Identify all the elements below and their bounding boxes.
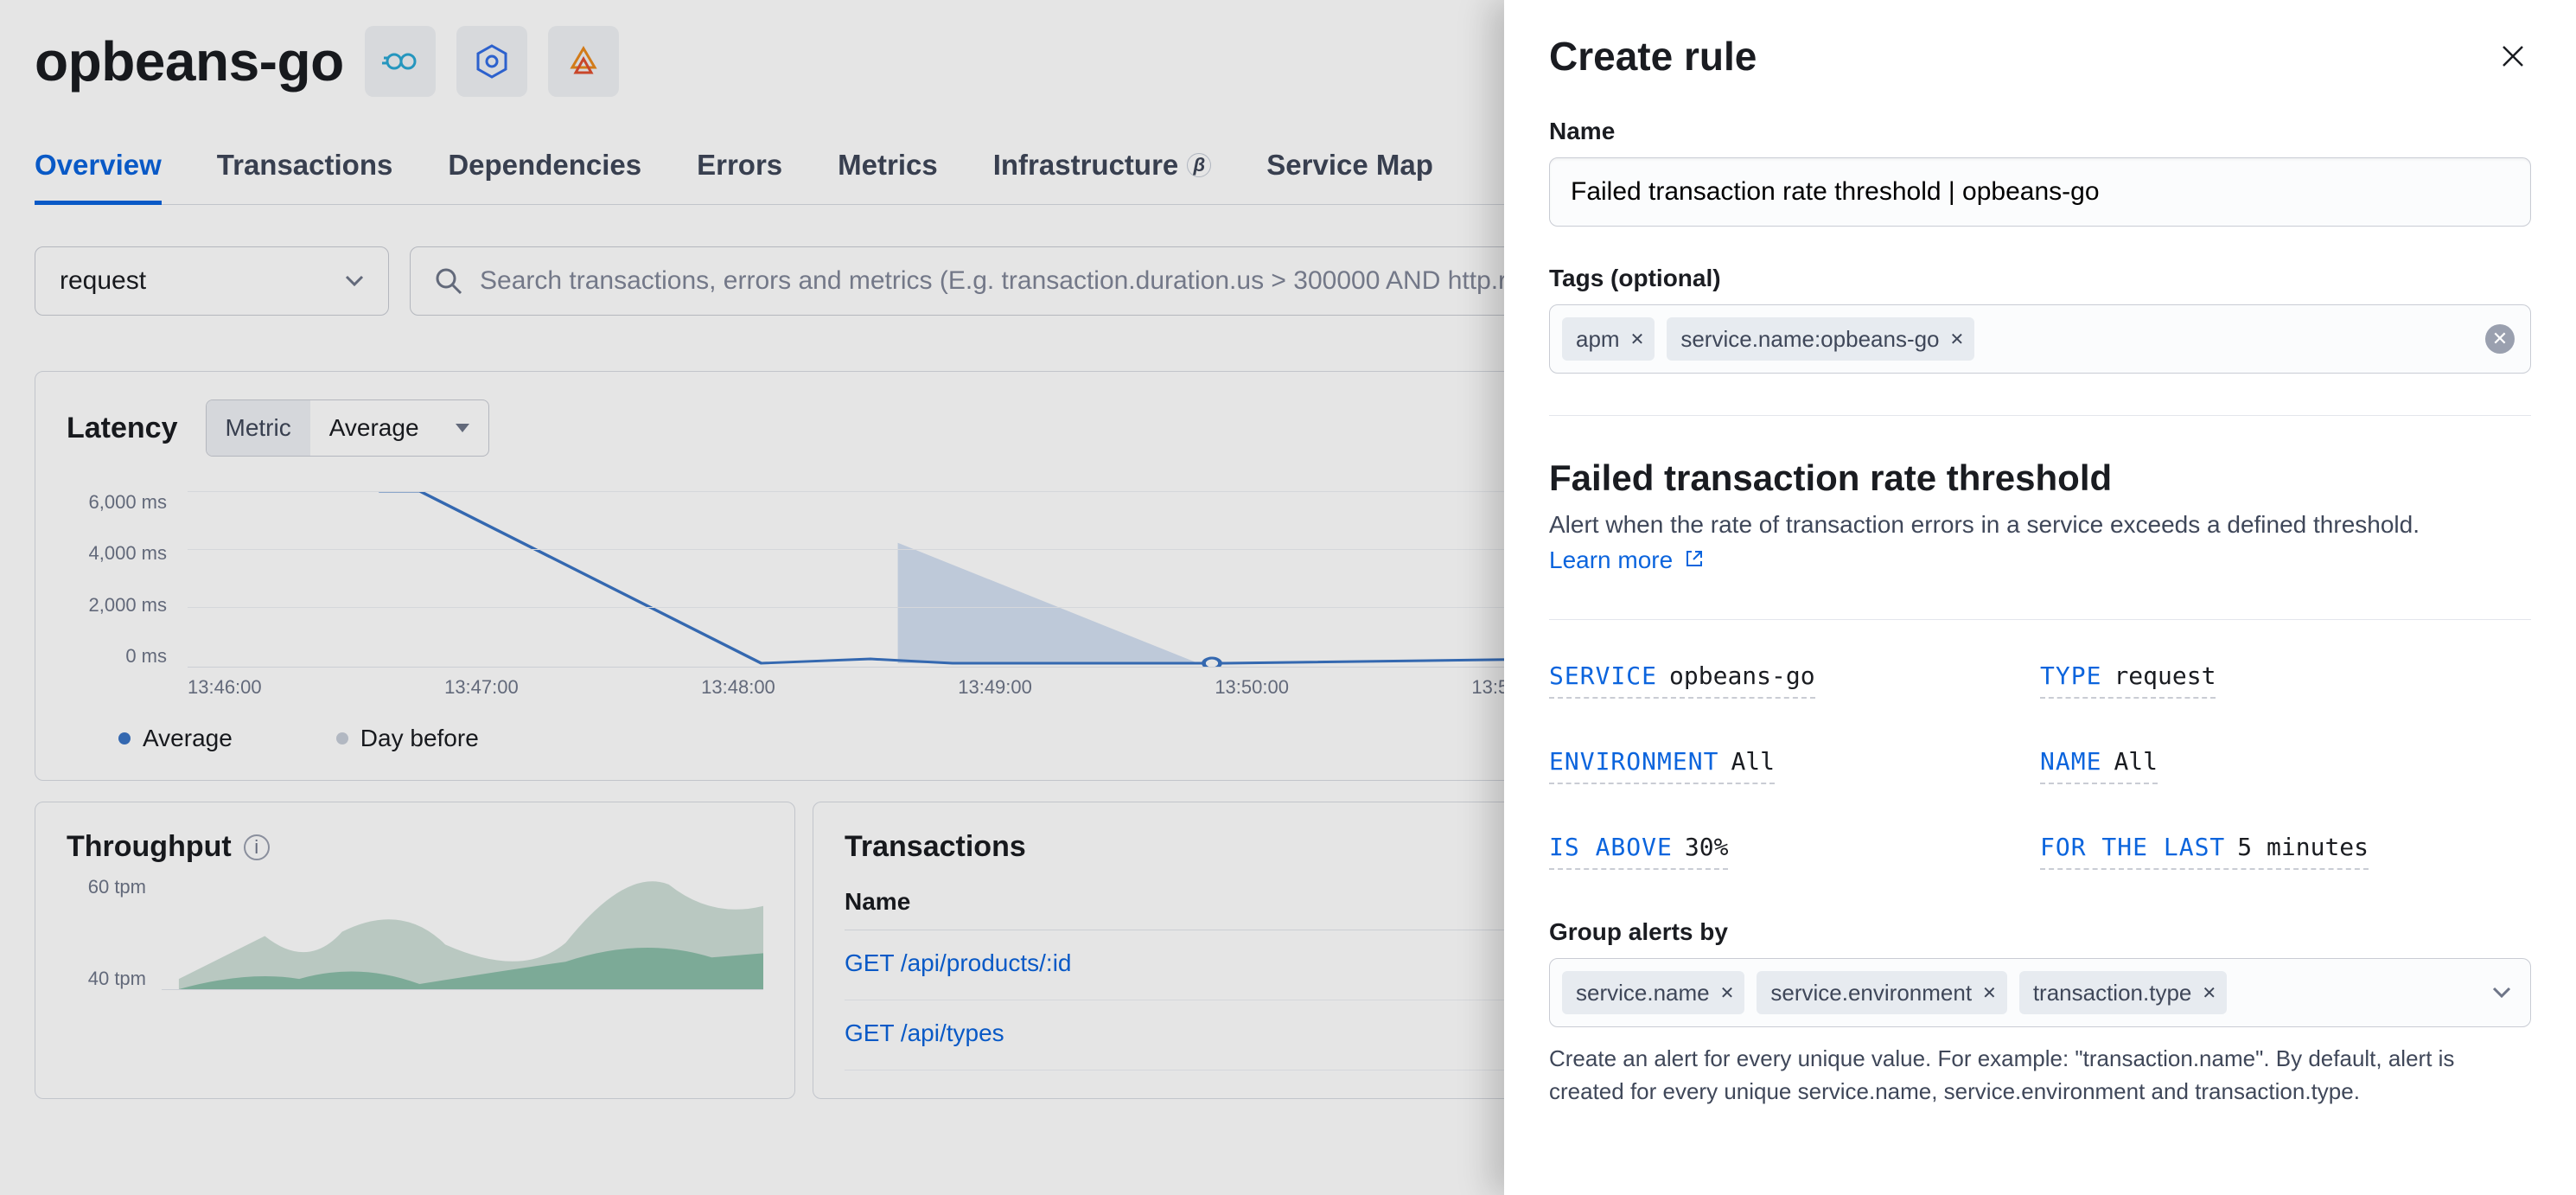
expr-environment[interactable]: ENVIRONMENTAll [1549, 747, 2040, 784]
throughput-panel: Throughput i 60 tpm 40 tpm [35, 802, 795, 1099]
page-title: opbeans-go [35, 29, 344, 93]
rule-name-input[interactable] [1549, 157, 2531, 227]
external-link-icon [1685, 549, 1704, 568]
y-tick: 40 tpm [67, 968, 146, 990]
tags-input[interactable]: apm✕ service.name:opbeans-go✕ ✕ [1549, 304, 2531, 374]
remove-tag-icon[interactable]: ✕ [2202, 982, 2216, 1004]
rule-type-heading: Failed transaction rate threshold [1549, 457, 2531, 499]
remove-tag-icon[interactable]: ✕ [1630, 329, 1645, 350]
cloud-provider-icon [548, 26, 619, 97]
go-lang-icon [365, 26, 436, 97]
tag-chip[interactable]: service.name:opbeans-go✕ [1667, 317, 1974, 361]
create-rule-flyout: Create rule Name Tags (optional) apm✕ se… [1504, 0, 2576, 1195]
latency-metric-select[interactable]: Metric Average [206, 399, 489, 457]
y-tick: 60 tpm [67, 876, 146, 898]
chevron-down-icon [2492, 987, 2511, 999]
x-tick: 13:46:00 [188, 676, 262, 699]
tab-transactions[interactable]: Transactions [217, 140, 393, 204]
legend-dot-icon [118, 732, 131, 744]
close-icon[interactable] [2495, 38, 2531, 74]
y-tick: 4,000 ms [67, 542, 167, 565]
y-tick: 6,000 ms [67, 491, 167, 514]
legend-day-before[interactable]: Day before [336, 725, 479, 752]
x-tick: 13:48:00 [701, 676, 775, 699]
group-tag-chip[interactable]: transaction.type✕ [2019, 971, 2227, 1014]
y-tick: 2,000 ms [67, 594, 167, 617]
tab-metrics[interactable]: Metrics [838, 140, 938, 204]
tags-field-label: Tags (optional) [1549, 265, 2531, 292]
select-value: request [60, 266, 146, 296]
x-tick: 13:47:00 [444, 676, 519, 699]
latency-title: Latency [67, 412, 178, 445]
tab-service-map[interactable]: Service Map [1266, 140, 1433, 204]
clear-all-tags-icon[interactable]: ✕ [2485, 324, 2515, 354]
group-by-combobox[interactable]: service.name✕ service.environment✕ trans… [1549, 958, 2531, 1027]
metric-label: Metric [207, 400, 310, 456]
group-by-helper-text: Create an alert for every unique value. … [1549, 1043, 2531, 1108]
chevron-down-icon [345, 275, 364, 287]
tab-infrastructure[interactable]: Infrastructureβ [993, 140, 1212, 204]
expr-name[interactable]: NAMEAll [2040, 747, 2531, 784]
remove-tag-icon[interactable]: ✕ [1982, 982, 1997, 1004]
legend-dot-icon [336, 732, 348, 744]
remove-tag-icon[interactable]: ✕ [1720, 982, 1735, 1004]
expr-window[interactable]: FOR THE LAST5 minutes [2040, 833, 2531, 870]
name-field-label: Name [1549, 118, 2531, 145]
group-by-label: Group alerts by [1549, 918, 2531, 946]
tab-overview[interactable]: Overview [35, 140, 162, 204]
rule-type-description: Alert when the rate of transaction error… [1549, 508, 2531, 578]
info-icon[interactable]: i [244, 834, 270, 860]
flyout-title: Create rule [1549, 33, 1757, 80]
x-tick: 13:49:00 [958, 676, 1032, 699]
legend-average[interactable]: Average [118, 725, 233, 752]
tag-chip[interactable]: apm✕ [1562, 317, 1655, 361]
transaction-type-select[interactable]: request [35, 246, 389, 316]
transactions-title: Transactions [845, 830, 1026, 863]
expr-type[interactable]: TYPErequest [2040, 661, 2531, 699]
remove-tag-icon[interactable]: ✕ [1950, 329, 1965, 350]
group-tag-chip[interactable]: service.environment✕ [1757, 971, 2006, 1014]
beta-badge-icon: β [1187, 153, 1211, 177]
expr-threshold[interactable]: IS ABOVE30% [1549, 833, 2040, 870]
expr-service[interactable]: SERVICEopbeans-go [1549, 661, 2040, 699]
search-icon [435, 267, 462, 295]
x-tick: 13:50:00 [1215, 676, 1289, 699]
tab-errors[interactable]: Errors [697, 140, 782, 204]
search-placeholder: Search transactions, errors and metrics … [480, 266, 1574, 296]
throughput-title: Throughput [67, 830, 232, 864]
y-tick: 0 ms [67, 645, 167, 668]
throughput-chart: 60 tpm 40 tpm [67, 876, 763, 1021]
metric-value: Average [310, 400, 488, 456]
learn-more-link[interactable]: Learn more [1549, 546, 1704, 573]
tab-dependencies[interactable]: Dependencies [448, 140, 641, 204]
kubernetes-icon [456, 26, 527, 97]
group-tag-chip[interactable]: service.name✕ [1562, 971, 1744, 1014]
